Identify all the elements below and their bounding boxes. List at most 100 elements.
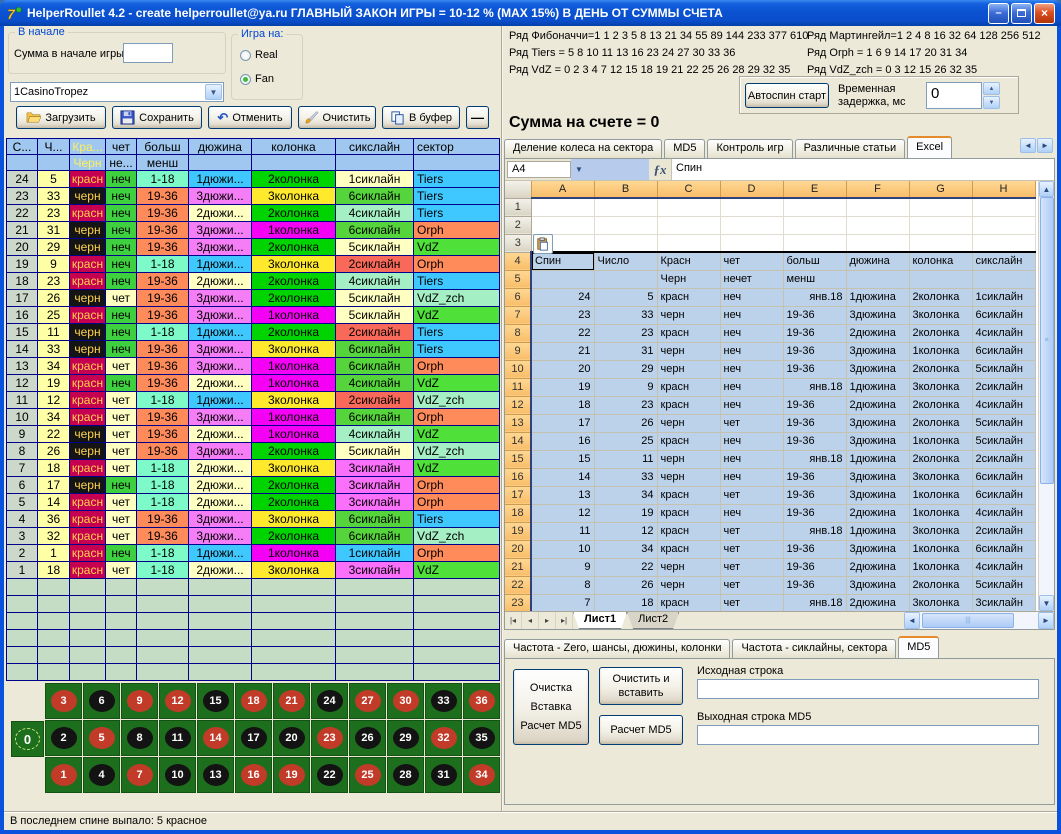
color-cell[interactable]: красн [70,545,106,562]
roulette-number-cell[interactable]: 14 [198,721,233,755]
sixline-cell[interactable]: 6сиклайн [336,409,414,426]
sector-cell[interactable]: VdZ_zch [414,392,500,409]
spin-cell[interactable]: 17 [7,290,38,307]
sector-cell[interactable]: VdZ [414,307,500,324]
range-cell[interactable]: 19-36 [137,307,189,324]
range-cell[interactable]: 19-36 [137,511,189,528]
cell-h[interactable]: 5сиклайн [972,432,1035,450]
cell-a[interactable] [531,216,594,234]
dozen-cell[interactable]: 1дюжи... [189,324,252,341]
cell-h[interactable]: 2сиклайн [972,522,1035,540]
spin-row[interactable]: 16 25 красн неч 19-36 3дюжи... 1колонка … [7,307,500,324]
dozen-cell[interactable]: 3дюжи... [189,239,252,256]
column-header[interactable]: G [909,181,972,198]
roulette-number-cell[interactable]: 1 [46,758,81,792]
sector-cell[interactable]: VdZ_zch [414,528,500,545]
cell-e[interactable] [783,198,846,216]
sector-cell[interactable]: Tiers [414,341,500,358]
cell-d[interactable]: чет [720,576,783,594]
cell-b[interactable]: 34 [594,486,657,504]
roulette-number-cell[interactable]: 31 [426,758,461,792]
roulette-number-cell[interactable]: 27 [350,684,385,718]
spin-cell[interactable]: 15 [7,324,38,341]
cell-d[interactable]: неч [720,360,783,378]
load-button[interactable]: Загрузить [16,106,106,129]
cell-g[interactable]: 1колонка [909,540,972,558]
cell-c[interactable]: красн [657,324,720,342]
cell-f[interactable] [846,270,909,288]
row-header[interactable]: 22 [505,576,531,594]
cell-h[interactable]: 5сиклайн [972,576,1035,594]
column-cell[interactable]: 2колонка [252,477,336,494]
cell-d[interactable]: неч [720,468,783,486]
color-cell[interactable]: черн [70,290,106,307]
cell-h[interactable] [972,234,1035,252]
cell-d[interactable]: неч [720,288,783,306]
scroll-up-icon[interactable]: ▲ [1039,181,1054,197]
number-cell[interactable]: 25 [38,307,70,324]
cell-f[interactable]: 1дюжина [846,378,909,396]
cell-c[interactable]: черн [657,576,720,594]
cell-d[interactable] [720,216,783,234]
spin-cell[interactable]: 21 [7,222,38,239]
number-cell[interactable]: 1 [38,545,70,562]
cell-a[interactable]: 22 [531,324,594,342]
vertical-scroll-thumb[interactable]: ≡ [1040,197,1054,484]
spin-row[interactable]: 6 17 черн неч 1-18 2дюжи... 2колонка 3си… [7,477,500,494]
save-button[interactable]: Сохранить [112,106,202,129]
spin-cell[interactable]: 19 [7,256,38,273]
cell-h[interactable]: 6сиклайн [972,468,1035,486]
range-cell[interactable]: 1-18 [137,494,189,511]
cell-c[interactable]: черн [657,468,720,486]
roulette-number-cell[interactable]: 29 [388,721,423,755]
range-cell[interactable]: 19-36 [137,273,189,290]
color-cell[interactable]: красн [70,205,106,222]
range-cell[interactable]: 19-36 [137,205,189,222]
row-header[interactable]: 21 [505,558,531,576]
cell-h[interactable]: 1сиклайн [972,288,1035,306]
cell-a[interactable]: 23 [531,306,594,324]
sheet-next-icon[interactable]: ▸ [539,612,556,629]
cell-e[interactable]: янв.18 [783,378,846,396]
cell-b[interactable]: 33 [594,306,657,324]
range-cell[interactable]: 19-36 [137,239,189,256]
roulette-zero-cell[interactable]: 0 [12,722,43,756]
column-cell[interactable]: 3колонка [252,562,336,579]
fx-icon[interactable]: ƒx [649,159,671,180]
cell-e[interactable]: 19-36 [783,468,846,486]
parity-cell[interactable]: неч [106,375,137,392]
cell-e[interactable]: больш [783,252,846,270]
tab[interactable]: Excel [907,136,952,158]
cell-d[interactable]: чет [720,540,783,558]
dozen-cell[interactable]: 1дюжи... [189,545,252,562]
sector-cell[interactable]: Orph [414,409,500,426]
cell-e[interactable]: 19-36 [783,396,846,414]
cell-f[interactable]: 3дюжина [846,360,909,378]
column-cell[interactable]: 1колонка [252,375,336,392]
cell-c[interactable]: черн [657,450,720,468]
scroll-down-icon[interactable]: ▼ [1039,595,1054,611]
cell-e[interactable]: янв.18 [783,288,846,306]
undo-button[interactable]: ↶ Отменить [208,106,292,129]
sector-cell[interactable]: Orph [414,477,500,494]
tab[interactable]: Различные статьи [795,139,906,158]
parity-cell[interactable]: неч [106,205,137,222]
parity-cell[interactable]: неч [106,239,137,256]
spin-cell[interactable]: 12 [7,375,38,392]
parity-cell[interactable]: неч [106,545,137,562]
spin-cell[interactable]: 23 [7,188,38,205]
sector-cell[interactable]: Tiers [414,511,500,528]
cell-a[interactable]: 8 [531,576,594,594]
sector-cell[interactable]: Tiers [414,205,500,222]
column-header[interactable]: E [783,181,846,198]
cell-h[interactable]: 6сиклайн [972,306,1035,324]
cell-h[interactable]: 6сиклайн [972,486,1035,504]
cell-b[interactable] [594,234,657,252]
column-cell[interactable]: 3колонка [252,188,336,205]
spin-row[interactable]: 15 11 черн неч 1-18 1дюжи... 2колонка 2с… [7,324,500,341]
cell-c[interactable]: черн [657,342,720,360]
cell-g[interactable]: 2колонка [909,576,972,594]
column-cell[interactable]: 2колонка [252,273,336,290]
color-cell[interactable]: красн [70,460,106,477]
sector-cell[interactable]: VdZ [414,375,500,392]
